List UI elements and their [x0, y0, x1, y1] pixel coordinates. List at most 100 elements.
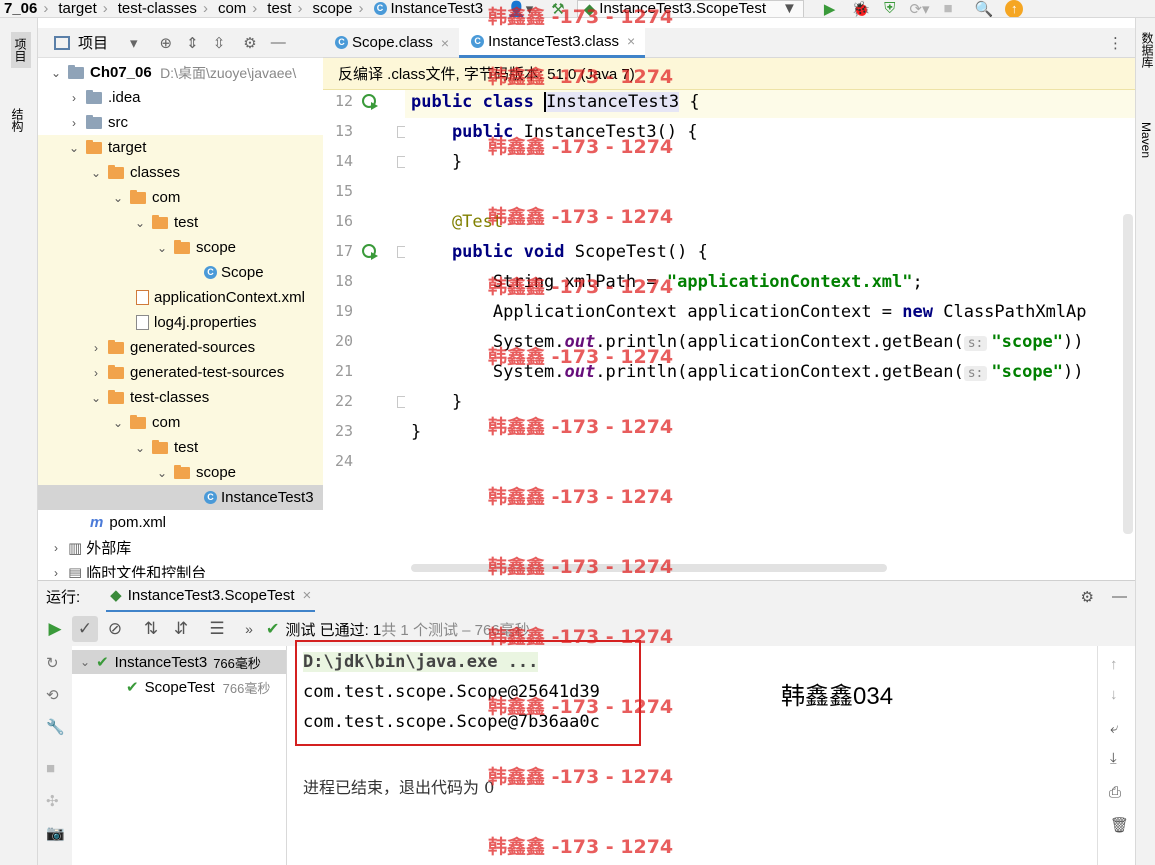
- tree-item-test-classes[interactable]: ⌄ test-classes: [38, 385, 323, 410]
- breadcrumb-instance[interactable]: C InstanceTest3: [370, 0, 483, 17]
- vertical-scrollbar[interactable]: [1123, 214, 1133, 534]
- maven-tool-tab[interactable]: Maven: [1139, 122, 1153, 158]
- close-icon[interactable]: ×: [627, 33, 635, 49]
- tree-item-log4j[interactable]: log4j.properties: [38, 310, 323, 335]
- run-tab[interactable]: ◆ InstanceTest3.ScopeTest ×: [106, 581, 316, 613]
- tree-item-scope-class[interactable]: C Scope: [38, 260, 323, 285]
- rerun-icon[interactable]: ▶: [42, 616, 68, 642]
- tree-item-instance-class[interactable]: C InstanceTest3: [38, 485, 323, 510]
- stop-icon[interactable]: ■: [944, 0, 953, 17]
- show-passed-icon[interactable]: ✓: [72, 616, 98, 642]
- code-editor[interactable]: public class InstanceTest3 { public Inst…: [405, 90, 1135, 578]
- chevron-right-icon: ›: [72, 115, 76, 130]
- wrench-icon[interactable]: 🔧: [46, 718, 65, 736]
- tree-item-idea[interactable]: › .idea: [38, 85, 323, 110]
- tree-item-scope[interactable]: ⌄ scope: [38, 235, 323, 260]
- expand-icon[interactable]: ☰: [204, 616, 230, 642]
- tree-item-scratches[interactable]: › ▤ 临时文件和控制台: [38, 560, 323, 579]
- tree-item-com-2[interactable]: ⌄ com: [38, 410, 323, 435]
- breadcrumb-target[interactable]: target: [54, 0, 96, 17]
- tree-item-classes[interactable]: ⌄ classes: [38, 160, 323, 185]
- folder-icon: [108, 164, 124, 179]
- hide-icon[interactable]: —: [271, 34, 286, 51]
- dump-threads-icon[interactable]: ✣: [46, 792, 59, 810]
- toggle-auto-test-icon[interactable]: ⟲: [46, 686, 59, 704]
- project-view-select[interactable]: 项目: [78, 32, 108, 53]
- print-icon[interactable]: ⎙: [1109, 784, 1121, 801]
- tree-item-root[interactable]: ⌄ Ch07_06 D:\桌面\zuoye\javaee\: [38, 60, 323, 85]
- tree-item-src[interactable]: › src: [38, 110, 323, 135]
- test-child-row[interactable]: ✔ ScopeTest 766毫秒: [72, 675, 286, 699]
- horizontal-scrollbar[interactable]: [411, 564, 887, 572]
- close-icon[interactable]: ×: [302, 587, 311, 604]
- tab-instance-class[interactable]: C InstanceTest3.class ×: [459, 27, 646, 58]
- gear-icon[interactable]: ⚙: [1081, 588, 1094, 606]
- chevron-down-icon: ⌄: [50, 65, 62, 80]
- test-root-row[interactable]: ⌄ ✔ InstanceTest3 766毫秒: [72, 650, 286, 674]
- structure-tool-tab[interactable]: 结构: [9, 108, 26, 132]
- run-config-select[interactable]: ◆ InstanceTest3.ScopeTest ▼: [576, 0, 804, 17]
- hide-icon[interactable]: —: [1112, 588, 1127, 605]
- locate-icon[interactable]: ⊕: [160, 34, 173, 52]
- tree-item-external-libs[interactable]: › ▥ 外部库: [38, 535, 323, 560]
- soft-wrap-icon[interactable]: ⤶: [1110, 720, 1118, 737]
- run-test-gutter-icon[interactable]: [361, 93, 379, 111]
- line-number: 15: [334, 182, 353, 200]
- rerun-failed-icon[interactable]: ↻: [46, 654, 59, 672]
- tree-item-generated-test-sources[interactable]: › generated-test-sources: [38, 360, 323, 385]
- breadcrumb-test-classes[interactable]: test-classes: [114, 0, 197, 17]
- tree-item-scope-2[interactable]: ⌄ scope: [38, 460, 323, 485]
- coverage-icon[interactable]: ⛨: [884, 0, 895, 17]
- debug-icon[interactable]: 🐞: [851, 0, 870, 18]
- run-test-gutter-icon[interactable]: [361, 243, 379, 261]
- sort-alpha-icon[interactable]: ⇅: [138, 616, 164, 642]
- profile-icon[interactable]: ⟳▾: [909, 0, 929, 18]
- trash-icon[interactable]: 🗑: [1110, 816, 1129, 834]
- class-icon: C: [335, 36, 348, 49]
- search-icon[interactable]: 🔍: [975, 0, 994, 18]
- update-icon[interactable]: ↑: [1005, 0, 1024, 17]
- close-icon[interactable]: ×: [441, 35, 449, 51]
- tab-scope-class[interactable]: C Scope.class ×: [323, 28, 459, 58]
- tree-item-com[interactable]: ⌄ com: [38, 185, 323, 210]
- breadcrumb-test[interactable]: test: [263, 0, 291, 17]
- scroll-end-icon[interactable]: ⤓: [1110, 750, 1117, 767]
- arrow-down-icon[interactable]: ↓: [1110, 686, 1118, 703]
- show-ignored-icon[interactable]: ⊘: [102, 616, 128, 642]
- camera-icon[interactable]: 📷: [46, 824, 65, 842]
- build-hammer-icon[interactable]: ⚒: [551, 0, 564, 18]
- line-number: 21: [334, 362, 353, 380]
- tree-item-pom[interactable]: m pom.xml: [38, 510, 323, 535]
- gear-icon[interactable]: ⚙: [243, 34, 256, 52]
- stop-icon[interactable]: ■: [46, 760, 55, 777]
- chevron-down-icon[interactable]: ▾: [130, 34, 138, 52]
- project-view-icon: [54, 35, 70, 50]
- user-icon[interactable]: 👤▾: [507, 0, 533, 18]
- database-tool-tab[interactable]: 数据库: [1139, 32, 1155, 68]
- console-output[interactable]: D:\jdk\bin\java.exe ... com.test.scope.S…: [287, 640, 1097, 865]
- chevron-down-icon: ⌄: [90, 165, 102, 180]
- sort-duration-icon[interactable]: ⇵: [168, 616, 194, 642]
- tree-item-target[interactable]: ⌄ target: [38, 135, 323, 160]
- more-icon[interactable]: ⋮: [1108, 34, 1123, 52]
- tree-item-test-2[interactable]: ⌄ test: [38, 435, 323, 460]
- collapse-all-icon[interactable]: ⇳: [213, 34, 226, 52]
- expand-all-icon[interactable]: ⇕: [186, 34, 199, 52]
- code-token: ApplicationContext applicationContext =: [411, 302, 903, 322]
- code-token: )): [1063, 362, 1084, 382]
- project-tool-tab[interactable]: 项目: [11, 32, 31, 68]
- tree-item-generated-sources[interactable]: › generated-sources: [38, 335, 323, 360]
- code-token: InstanceTest3() {: [523, 122, 698, 142]
- arrow-up-icon[interactable]: ↑: [1110, 656, 1118, 673]
- breadcrumb-project[interactable]: 7_06: [0, 0, 37, 17]
- breadcrumb-com[interactable]: com: [214, 0, 246, 17]
- run-icon[interactable]: ▶: [824, 0, 836, 18]
- line-number: 13: [334, 122, 353, 140]
- breadcrumb-scope[interactable]: scope: [308, 0, 352, 17]
- tree-item-test[interactable]: ⌄ test: [38, 210, 323, 235]
- console-note: 韩鑫鑫034: [781, 683, 894, 710]
- tree-item-appctx[interactable]: applicationContext.xml: [38, 285, 323, 310]
- pass-icon: ✔: [96, 654, 109, 671]
- folder-icon: [130, 189, 146, 204]
- more-icon[interactable]: »: [236, 616, 262, 642]
